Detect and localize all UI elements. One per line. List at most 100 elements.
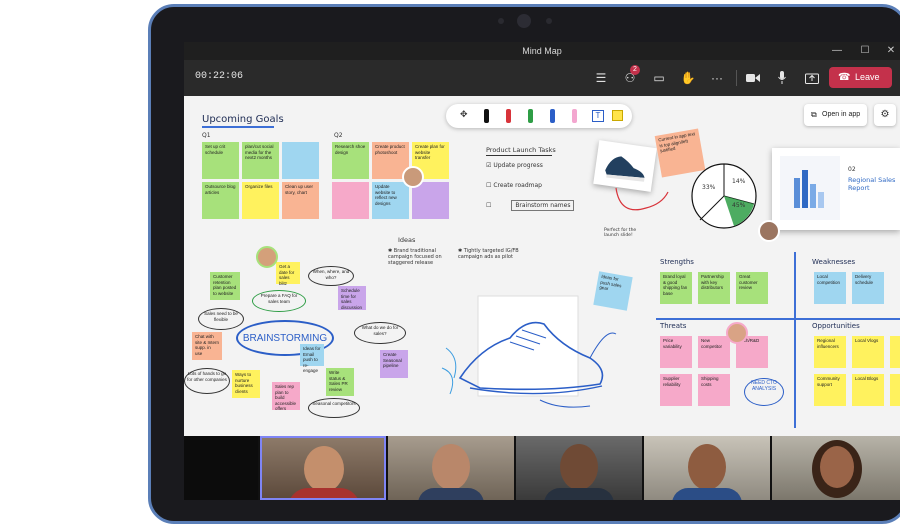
sticky-note[interactable]: Community support (814, 374, 846, 406)
sticky-note[interactable] (890, 374, 900, 406)
sticky-note[interactable]: Supplier reliability (660, 374, 692, 406)
avatar (726, 322, 748, 344)
avatar (758, 220, 780, 242)
sticky-note[interactable]: Local Blogs (852, 374, 884, 406)
red-pen-icon[interactable] (506, 109, 511, 123)
thought-bubble[interactable]: When, where, and who? (308, 266, 354, 286)
task-item[interactable]: ☐ Brainstorm names (486, 200, 575, 211)
sticky-note[interactable] (412, 182, 449, 219)
sticky-note[interactable]: Delivery schedule (852, 272, 884, 304)
sticky-note[interactable]: Organize files (242, 182, 279, 219)
raise-hand-icon[interactable]: ✋ (679, 69, 697, 87)
highlighter-icon[interactable] (572, 109, 577, 123)
blue-pen-icon[interactable] (550, 109, 555, 123)
report-number: 02 (848, 166, 856, 173)
gear-icon[interactable]: ⚙ (874, 104, 896, 126)
sticky-note[interactable]: Outsource blog articles (202, 182, 239, 219)
window-title: Mind Map (522, 46, 562, 56)
sticky-note[interactable]: Write status & Sales PR review (326, 368, 354, 396)
sticky-note[interactable]: Price variability (660, 336, 692, 368)
thought-bubble[interactable]: Seasonal competitors (308, 398, 360, 418)
sticky-note[interactable]: Schedule time for sales discussion (338, 286, 366, 310)
participant-tile[interactable] (260, 436, 386, 500)
swot-divider (794, 252, 796, 428)
sticky-note[interactable]: Research shoe design (332, 142, 369, 179)
participant-tile[interactable] (644, 436, 770, 500)
threats-label: Threats (660, 322, 687, 330)
sticky-note[interactable]: Create Seasonal pipeline (380, 350, 408, 378)
toolbar-divider (736, 70, 737, 86)
sticky-note[interactable] (890, 336, 900, 368)
sticky-note[interactable]: Great customer review (736, 272, 768, 304)
need-analysis-bubble[interactable]: NEED CTO ANALYSIS (744, 378, 784, 406)
task-label: Update progress (493, 162, 543, 169)
task-item[interactable]: ☐ Create roadmap (486, 182, 542, 189)
participant-tile[interactable] (388, 436, 514, 500)
participant-tile[interactable] (184, 436, 258, 500)
sticky-note[interactable]: Ideas for Email push to re-engage (300, 344, 324, 373)
camera-dot (498, 18, 504, 24)
sticky-note[interactable]: Shipping costs (698, 374, 730, 406)
sticky-note[interactable]: Ways to nurture business clients (232, 370, 260, 398)
shoe-photo[interactable] (593, 140, 657, 192)
sticky-note[interactable]: Update website to reflect new designs (372, 182, 409, 219)
sticky-note[interactable]: Sales rep plan to build accessible offer… (272, 382, 300, 411)
maximize-button[interactable]: ☐ (858, 44, 872, 58)
sticky-note[interactable]: Chat with site & Intern supp. in use (192, 332, 222, 360)
camera-icon[interactable] (744, 69, 762, 87)
tasks-underline (486, 155, 552, 156)
sticky-note[interactable]: Partnership with key distributors (698, 272, 730, 304)
sticky-note[interactable] (282, 142, 319, 179)
thought-bubble[interactable]: Sales need to be flexible (198, 308, 244, 330)
sticky-note[interactable]: Set up crit schedule (202, 142, 239, 179)
open-in-app-button[interactable]: ⧉ Open in app (804, 104, 867, 126)
sticky-note[interactable]: Customer retention plan posted to websit… (210, 272, 240, 300)
chat-icon[interactable]: ▭ (650, 69, 668, 87)
thought-bubble[interactable]: Lots of hands to go for other companies (184, 368, 230, 394)
whiteboard-canvas[interactable]: ✥ T ⧉ Open in app ⚙ Upcoming Goals Q1 Q2… (184, 96, 900, 436)
black-pen-icon[interactable] (484, 109, 489, 123)
sticky-note[interactable]: Local Vlogs (852, 336, 884, 368)
sticky-note[interactable]: Ideas for push sales gear (593, 271, 633, 311)
idea-item: ✱ Brand traditional campaign focused on … (388, 248, 460, 266)
green-pen-icon[interactable] (528, 109, 533, 123)
participant-body (544, 488, 614, 500)
sticky-note[interactable]: Brand loyal & good shipping fan base (660, 272, 692, 304)
sticky-note[interactable]: New competitor (698, 336, 730, 368)
idea-text: Tightly targeted IG/FB campaign ads as p… (458, 248, 519, 260)
text-tool-icon[interactable]: T (592, 110, 604, 122)
q1-label: Q1 (202, 132, 211, 139)
mic-icon[interactable] (773, 69, 791, 87)
sticky-note[interactable]: Get a date for sales blitz (276, 262, 300, 286)
teams-window: Mind Map — ☐ ✕ 00:22:06 ☰ ⚇ 2 ▭ ✋ ··· ☎ … (184, 42, 900, 500)
sticky-note-tool-icon[interactable] (612, 110, 623, 121)
move-icon[interactable]: ✥ (460, 109, 468, 120)
report-card[interactable]: 02 Regional Sales Report (772, 148, 900, 230)
sticky-note[interactable]: Regional influencers (814, 336, 846, 368)
meeting-timer: 00:22:06 (195, 71, 244, 82)
sticky-note[interactable]: Clean up user story, chart (282, 182, 319, 219)
title-bar: Mind Map — ☐ ✕ (184, 42, 900, 60)
participant-face (560, 444, 598, 490)
share-icon[interactable] (803, 69, 821, 87)
leave-button[interactable]: ☎ Leave (829, 67, 892, 88)
participant-body (672, 488, 742, 500)
opportunities-label: Opportunities (812, 322, 860, 330)
pie-label: 14% (732, 178, 746, 185)
participant-tile[interactable] (772, 436, 900, 500)
minimize-button[interactable]: — (830, 44, 844, 58)
camera-lens (517, 14, 531, 28)
more-icon[interactable]: ··· (708, 69, 726, 87)
participant-body (418, 488, 484, 500)
thought-bubble[interactable]: Prepare a FAQ for sales team (252, 290, 306, 312)
task-label: Create roadmap (493, 182, 542, 189)
sticky-note[interactable]: Local competition (814, 272, 846, 304)
sticky-note[interactable]: plan/cut social media for the next2 mont… (242, 142, 279, 179)
avatar (402, 166, 424, 188)
task-item[interactable]: ☑ Update progress (486, 162, 543, 169)
participant-tile[interactable] (516, 436, 642, 500)
list-icon[interactable]: ☰ (592, 69, 610, 87)
close-button[interactable]: ✕ (884, 44, 898, 58)
sticky-note[interactable] (332, 182, 369, 219)
thought-bubble[interactable]: What do we do for sales? (354, 322, 406, 344)
